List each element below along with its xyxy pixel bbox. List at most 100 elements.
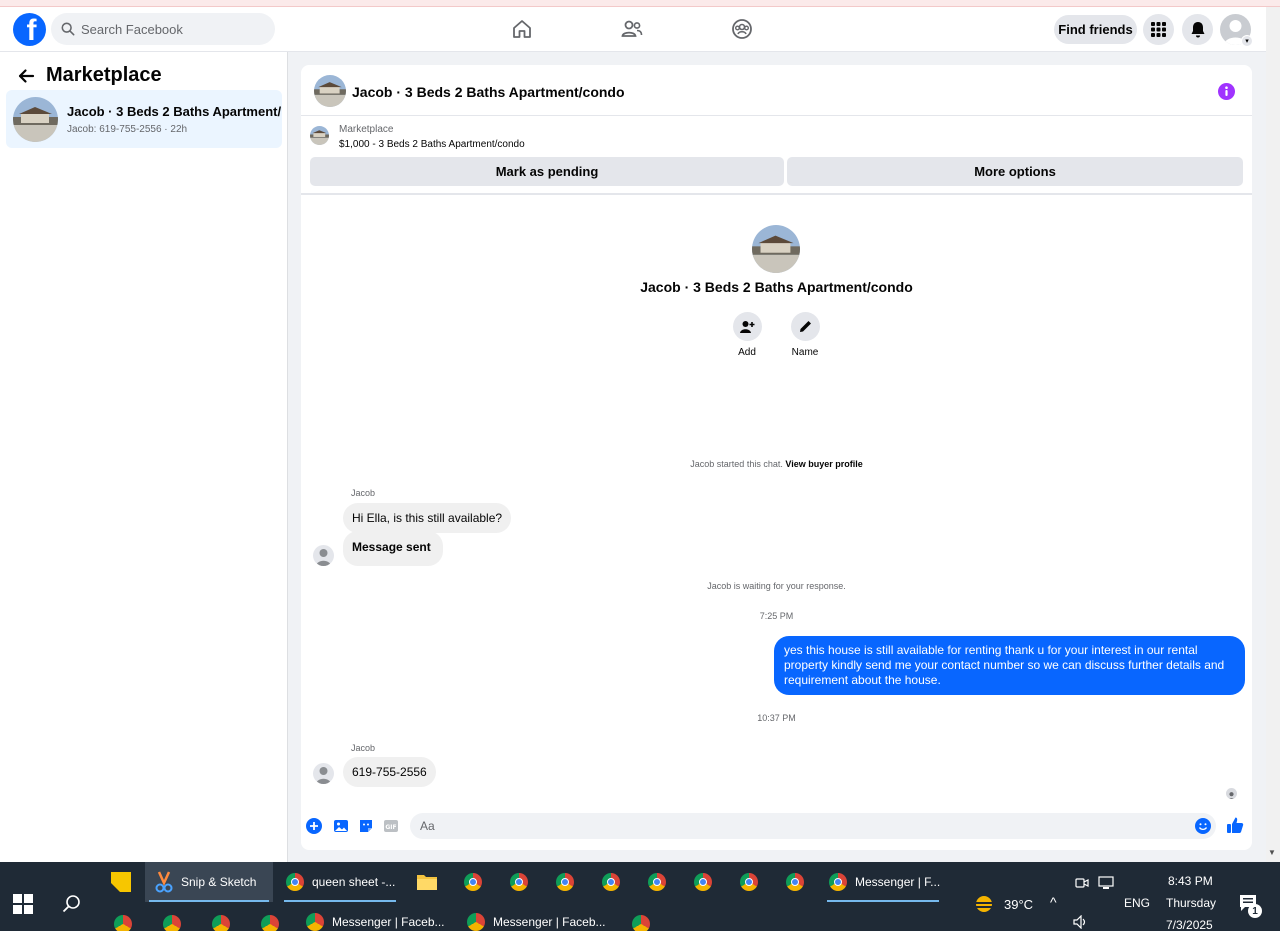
- chrome-profile-icon[interactable]: [691, 870, 715, 894]
- incoming-message[interactable]: Hi Ella, is this still available?: [343, 503, 512, 533]
- add-label: Add: [738, 347, 756, 358]
- name-label: Name: [791, 347, 819, 358]
- find-friends-button[interactable]: Find friends: [1054, 15, 1137, 44]
- page-scrollbar[interactable]: [1266, 7, 1280, 862]
- chrome-profile-icon[interactable]: [599, 870, 623, 894]
- incoming-message[interactable]: 619-755-2556: [343, 757, 436, 787]
- weather-sun-icon[interactable]: [972, 893, 998, 915]
- photo-icon[interactable]: [333, 818, 349, 834]
- thumbs-up-icon[interactable]: [1226, 816, 1244, 834]
- plus-circle-icon[interactable]: [306, 818, 322, 834]
- waiting-notice: Jacob is waiting for your response.: [707, 581, 846, 591]
- scroll-down-arrow-icon[interactable]: ▼: [1268, 848, 1276, 857]
- clock-date[interactable]: 7/3/2025: [1166, 918, 1213, 931]
- chrome-profile-icon[interactable]: [737, 870, 761, 894]
- message-composer: GIF: [301, 812, 1252, 850]
- user-silhouette-icon: [316, 549, 331, 566]
- clock-day[interactable]: Thursday: [1166, 896, 1216, 910]
- sticky-notes-icon[interactable]: [109, 870, 133, 894]
- chrome-profile-icon[interactable]: [783, 870, 807, 894]
- language-indicator[interactable]: ENG: [1124, 896, 1150, 910]
- chat-title[interactable]: Jacob · 3 Beds 2 Baths Apartment/condo: [352, 84, 625, 100]
- chrome-profile-icon[interactable]: [461, 870, 485, 894]
- pencil-icon: [799, 321, 811, 332]
- groups-icon[interactable]: [730, 17, 754, 41]
- chat-header: Jacob · 3 Beds 2 Baths Apartment/condo: [301, 65, 1252, 116]
- chrome-profile-icon[interactable]: [507, 870, 531, 894]
- user-silhouette-icon: [1228, 792, 1235, 799]
- snip-sketch-icon: [155, 871, 173, 893]
- notifications-button[interactable]: [1182, 14, 1213, 45]
- search-icon: [61, 22, 75, 36]
- more-options-button[interactable]: More options: [787, 157, 1243, 186]
- chrome-icon: [829, 873, 847, 891]
- taskbar-app-snip-sketch[interactable]: Snip & Sketch: [145, 862, 273, 902]
- back-arrow-icon[interactable]: [16, 66, 36, 86]
- listing-price[interactable]: $1,000 - 3 Beds 2 Baths Apartment/condo: [339, 139, 525, 150]
- chat-started-notice: Jacob started this chat. View buyer prof…: [690, 459, 863, 469]
- message-sender-name: Jacob: [351, 743, 376, 753]
- file-explorer-icon[interactable]: [415, 870, 439, 894]
- windows-taskbar: Snip & Sketch queen sheet -... Messenger…: [0, 862, 1280, 931]
- bell-icon: [1191, 22, 1204, 38]
- add-person-icon: [740, 320, 755, 333]
- sender-avatar[interactable]: [313, 545, 334, 566]
- info-icon[interactable]: [1218, 83, 1235, 100]
- taskbar-search-icon[interactable]: [62, 894, 82, 914]
- view-buyer-profile-link[interactable]: View buyer profile: [785, 459, 862, 469]
- clock-time[interactable]: 8:43 PM: [1168, 874, 1213, 888]
- conversation-item[interactable]: Jacob · 3 Beds 2 Baths Apartment/... Jac…: [6, 90, 282, 148]
- listing-category: Marketplace: [339, 124, 394, 135]
- friends-icon[interactable]: [620, 17, 644, 41]
- sticker-icon[interactable]: [358, 818, 374, 834]
- chrome-profile-icon[interactable]: [258, 912, 282, 931]
- chrome-profile-icon[interactable]: [553, 870, 577, 894]
- emoji-icon[interactable]: [1195, 818, 1211, 834]
- search-box[interactable]: [51, 13, 275, 45]
- windows-start-icon[interactable]: [13, 894, 33, 914]
- marketplace-sidebar: Marketplace Jacob · 3 Beds 2 Baths Apart…: [0, 52, 288, 862]
- chrome-profile-icon[interactable]: [645, 870, 669, 894]
- listing-thumbnail: [13, 96, 58, 142]
- message-input-box[interactable]: [410, 813, 1216, 839]
- meet-now-icon[interactable]: [1075, 876, 1089, 890]
- conversation-preview: Jacob: 619-755-2556 · 22h: [67, 123, 188, 135]
- mark-as-pending-button[interactable]: Mark as pending: [310, 157, 784, 186]
- chrome-profile-icon[interactable]: [209, 912, 233, 931]
- message-sent-card[interactable]: Message sent: [343, 531, 443, 566]
- chrome-profile-icon[interactable]: [629, 912, 653, 931]
- taskbar-app-chrome[interactable]: queen sheet -...: [280, 862, 400, 902]
- sidebar-title: Marketplace: [46, 64, 162, 86]
- top-accent-line: [0, 0, 1280, 7]
- facebook-logo[interactable]: f: [13, 13, 46, 46]
- chrome-profile-icon[interactable]: [111, 912, 135, 931]
- conversation-intro-avatar[interactable]: [752, 225, 800, 273]
- search-input[interactable]: [81, 21, 261, 37]
- name-chat-action[interactable]: Name: [775, 312, 835, 358]
- add-people-action[interactable]: Add: [717, 312, 777, 358]
- timestamp: 10:37 PM: [757, 713, 796, 723]
- timestamp: 7:25 PM: [759, 611, 794, 621]
- taskbar-app-messenger[interactable]: Messenger | Faceb...: [467, 912, 617, 931]
- taskbar-app-messenger[interactable]: Messenger | F...: [823, 862, 943, 902]
- gif-icon[interactable]: GIF: [383, 818, 399, 834]
- chrome-profile-icon[interactable]: [160, 912, 184, 931]
- chat-panel: Jacob · 3 Beds 2 Baths Apartment/condo M…: [301, 65, 1252, 850]
- taskbar-app-messenger[interactable]: Messenger | Faceb...: [306, 912, 456, 931]
- user-silhouette-icon: [316, 767, 331, 784]
- weather-temperature[interactable]: 39°C: [1004, 897, 1033, 912]
- sender-avatar[interactable]: [313, 763, 334, 784]
- conversation-title: Jacob · 3 Beds 2 Baths Apartment/...: [67, 103, 282, 119]
- chevron-down-icon[interactable]: ▾: [1241, 35, 1253, 47]
- seen-receipt-avatar: [1226, 788, 1237, 799]
- message-input[interactable]: [420, 819, 1180, 833]
- network-icon[interactable]: [1098, 876, 1114, 890]
- chevron-up-icon[interactable]: ^: [1050, 894, 1057, 910]
- listing-mini-thumbnail[interactable]: [310, 126, 329, 145]
- conversation-intro-title: Jacob · 3 Beds 2 Baths Apartment/condo: [640, 279, 913, 295]
- menu-button[interactable]: [1143, 14, 1174, 45]
- volume-icon[interactable]: [1073, 915, 1089, 929]
- home-icon[interactable]: [510, 17, 534, 41]
- outgoing-message[interactable]: yes this house is still available for re…: [774, 636, 1245, 695]
- chat-avatar[interactable]: [314, 75, 346, 107]
